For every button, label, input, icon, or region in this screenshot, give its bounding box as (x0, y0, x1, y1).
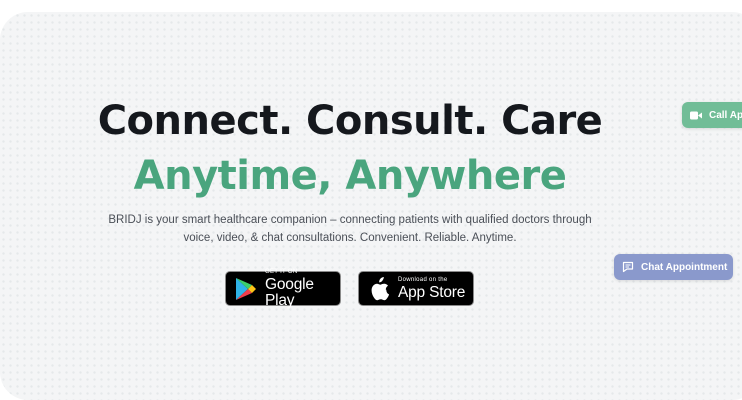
chat-bubble-icon (622, 261, 634, 273)
app-store-small-text: Download on the (398, 276, 448, 283)
headline-primary: Connect. Consult. Care (97, 98, 603, 144)
google-play-label: Google Play (265, 276, 314, 309)
apple-icon (366, 276, 392, 302)
hero-description: BRIDJ is your smart healthcare companion… (108, 214, 592, 244)
video-camera-icon (690, 109, 702, 121)
google-play-small-text: GET IT ON (265, 269, 298, 275)
call-appointment-label: Call Ap (709, 109, 742, 121)
google-play-icon (233, 276, 259, 302)
headline-accent: Anytime, Anywhere (133, 153, 567, 199)
chat-appointment-label: Chat Appointment (641, 261, 728, 273)
app-store-label: App Store (398, 283, 466, 301)
call-appointment-button[interactable]: Call Ap (682, 102, 742, 128)
chat-appointment-button[interactable]: Chat Appointment (614, 254, 733, 280)
hero-section: Connect. Consult. Care Anytime, Anywhere… (0, 12, 742, 400)
app-store-button[interactable]: Download on the App Store (358, 271, 474, 306)
google-play-button[interactable]: GET IT ON Google Play (225, 269, 341, 309)
